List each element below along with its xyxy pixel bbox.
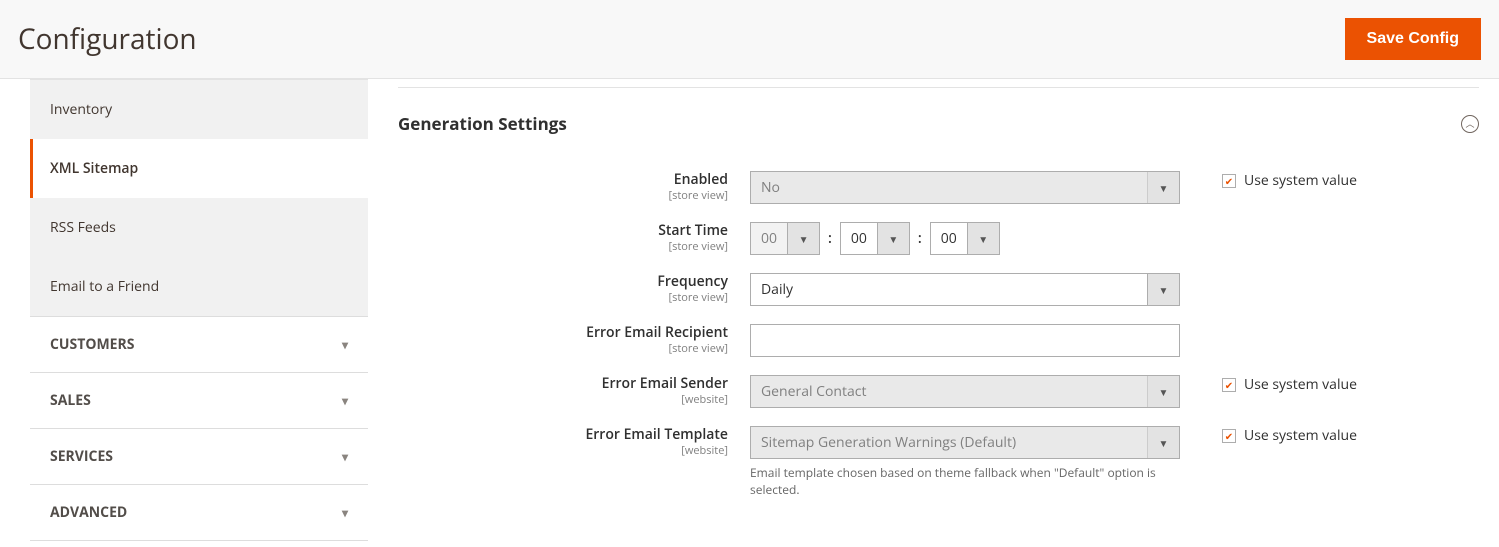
sidebar-item-label: Inventory [50,100,112,119]
field-label: Error Email Template [398,426,728,444]
checkbox-icon[interactable]: ✔ [1222,378,1236,392]
field-error-email-recipient: Error Email Recipient [store view] [398,324,1479,357]
time-group: 00 ▼ : 00 ▼ : 00 ▼ [750,222,1180,255]
field-label: Start Time [398,222,728,240]
time-separator: : [918,229,922,248]
page-title: Configuration [18,20,197,58]
sidebar-item-label: RSS Feeds [50,218,116,237]
sidebar-item-label: XML Sitemap [50,159,138,178]
checkbox-icon[interactable]: ✔ [1222,174,1236,188]
field-control [750,324,1180,357]
field-label-wrap: Error Email Recipient [store view] [398,324,750,355]
sidebar-item-email-to-a-friend[interactable]: Email to a Friend [30,257,368,316]
sidebar-item-inventory[interactable]: Inventory [30,80,368,139]
field-control: General Contact ▼ [750,375,1180,408]
field-label: Frequency [398,273,728,291]
chevron-down-icon: ▼ [1147,274,1179,305]
chevron-down-icon: ▾ [342,336,348,353]
sidebar-item-label: Email to a Friend [50,277,159,296]
error-email-template-select: Sitemap Generation Warnings (Default) ▼ [750,426,1180,459]
start-time-hh-select[interactable]: 00 ▼ [750,222,820,255]
field-control: Daily ▼ [750,273,1180,306]
field-error-email-sender: Error Email Sender [website] General Con… [398,375,1479,408]
field-label-wrap: Enabled [store view] [398,171,750,202]
content-area: Generation Settings ︿ Enabled [store vie… [398,79,1499,517]
select-value: 00 [841,229,877,248]
field-label-wrap: Error Email Template [website] [398,426,750,457]
field-label-wrap: Error Email Sender [website] [398,375,750,406]
collapse-icon[interactable]: ︿ [1461,115,1479,133]
error-email-sender-select: General Contact ▼ [750,375,1180,408]
field-control: Sitemap Generation Warnings (Default) ▼ … [750,426,1180,499]
sidebar-group-label: SALES [50,391,91,410]
field-label: Error Email Sender [398,375,728,393]
sidebar-item-xml-sitemap[interactable]: XML Sitemap [30,139,368,198]
select-value: Sitemap Generation Warnings (Default) [761,433,1016,452]
chevron-down-icon: ▾ [342,504,348,521]
time-separator: : [828,229,832,248]
field-label-wrap: Start Time [store view] [398,222,750,253]
section-title: Generation Settings [398,112,567,135]
field-label-wrap: Frequency [store view] [398,273,750,304]
sidebar-group-advanced[interactable]: ADVANCED ▾ [30,484,368,541]
chevron-down-icon: ▼ [877,223,909,254]
sidebar-group-customers[interactable]: CUSTOMERS ▾ [30,316,368,372]
start-time-ss-select[interactable]: 00 ▼ [930,222,1000,255]
start-time-mm-select[interactable]: 00 ▼ [840,222,910,255]
select-value: Daily [761,280,793,299]
chevron-down-icon: ▼ [967,223,999,254]
field-error-email-template: Error Email Template [website] Sitemap G… [398,426,1479,499]
main-content: Inventory XML Sitemap RSS Feeds Email to… [0,79,1499,541]
select-value: No [761,178,780,197]
field-frequency: Frequency [store view] Daily ▼ [398,273,1479,306]
sidebar-group-services[interactable]: SERVICES ▾ [30,428,368,484]
checkbox-icon[interactable]: ✔ [1222,429,1236,443]
chevron-down-icon: ▼ [1147,427,1179,458]
chevron-down-icon: ▼ [1147,172,1179,203]
sidebar-group-label: CUSTOMERS [50,335,134,354]
field-scope: [website] [398,393,728,407]
field-scope: [website] [398,444,728,458]
field-control: 00 ▼ : 00 ▼ : 00 ▼ [750,222,1180,255]
sidebar: Inventory XML Sitemap RSS Feeds Email to… [30,79,368,541]
field-label: Enabled [398,171,728,189]
field-scope: [store view] [398,189,728,203]
sidebar-group-label: SERVICES [50,447,113,466]
sidebar-item-rss-feeds[interactable]: RSS Feeds [30,198,368,257]
field-scope: [store view] [398,291,728,305]
sidebar-group-sales[interactable]: SALES ▾ [30,372,368,428]
use-system-value-template[interactable]: ✔ Use system value [1222,426,1357,445]
enabled-select: No ▼ [750,171,1180,204]
error-email-recipient-input[interactable] [750,324,1180,357]
use-system-value-enabled[interactable]: ✔ Use system value [1222,171,1357,190]
frequency-select[interactable]: Daily ▼ [750,273,1180,306]
select-value: 00 [751,229,787,248]
use-system-label: Use system value [1244,426,1357,445]
use-system-label: Use system value [1244,171,1357,190]
field-start-time: Start Time [store view] 00 ▼ : 00 ▼ : [398,222,1479,255]
help-text: Email template chosen based on theme fal… [750,464,1180,499]
field-control: No ▼ [750,171,1180,204]
field-scope: [store view] [398,342,728,356]
select-value: General Contact [761,382,866,401]
chevron-down-icon: ▼ [1147,376,1179,407]
section-header[interactable]: Generation Settings ︿ [398,87,1479,143]
use-system-label: Use system value [1244,375,1357,394]
chevron-down-icon: ▾ [342,392,348,409]
chevron-down-icon: ▾ [342,448,348,465]
use-system-value-sender[interactable]: ✔ Use system value [1222,375,1357,394]
sidebar-group-label: ADVANCED [50,503,127,522]
field-enabled: Enabled [store view] No ▼ ✔ Use system v… [398,171,1479,204]
select-value: 00 [931,229,967,248]
page-header: Configuration Save Config [0,0,1499,79]
field-scope: [store view] [398,240,728,254]
save-config-button[interactable]: Save Config [1345,18,1481,60]
chevron-down-icon: ▼ [787,223,819,254]
field-label: Error Email Recipient [398,324,728,342]
